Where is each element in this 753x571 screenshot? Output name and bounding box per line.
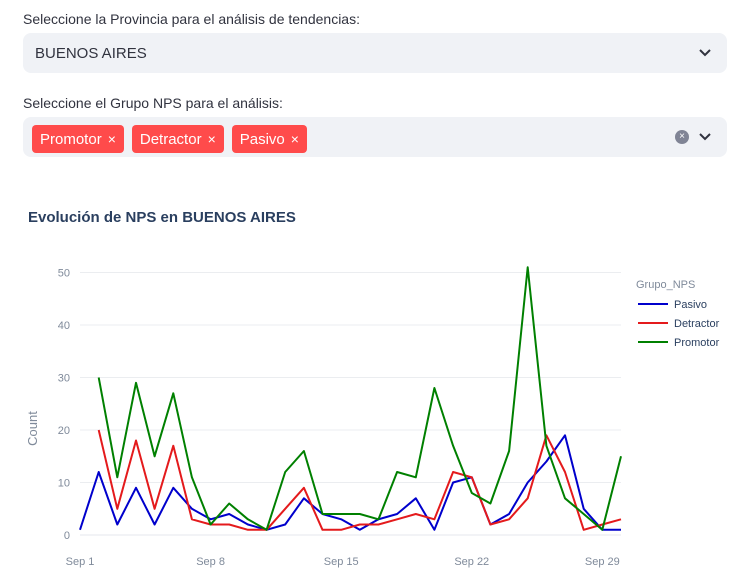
y-tick-label: 30 <box>58 373 70 385</box>
y-tick-label: 10 <box>58 478 70 490</box>
nps-line-chart: 0 10 20 30 40 50 Sep 1 Sep 8 Sep 15 Sep 22 Sep 29 C… <box>25 266 720 568</box>
legend-label: Promotor <box>674 337 720 349</box>
y-tick-label: 50 <box>58 268 70 280</box>
series-line-promotor <box>97 266 622 531</box>
x-tick-label: Sep 8 <box>196 556 225 568</box>
y-axis-label: Count <box>25 411 40 446</box>
legend-label: Pasivo <box>674 299 707 311</box>
x-tick-label: Sep 22 <box>454 556 489 568</box>
y-tick-label: 0 <box>64 530 70 542</box>
x-tick-label: Sep 1 <box>66 556 95 568</box>
x-tick-label: Sep 15 <box>324 556 359 568</box>
legend-title: Grupo_NPS <box>636 279 695 291</box>
x-tick-label: Sep 29 <box>585 556 620 568</box>
legend-label: Detractor <box>674 318 720 330</box>
y-tick-label: 20 <box>58 425 70 437</box>
y-tick-label: 40 <box>58 320 70 332</box>
